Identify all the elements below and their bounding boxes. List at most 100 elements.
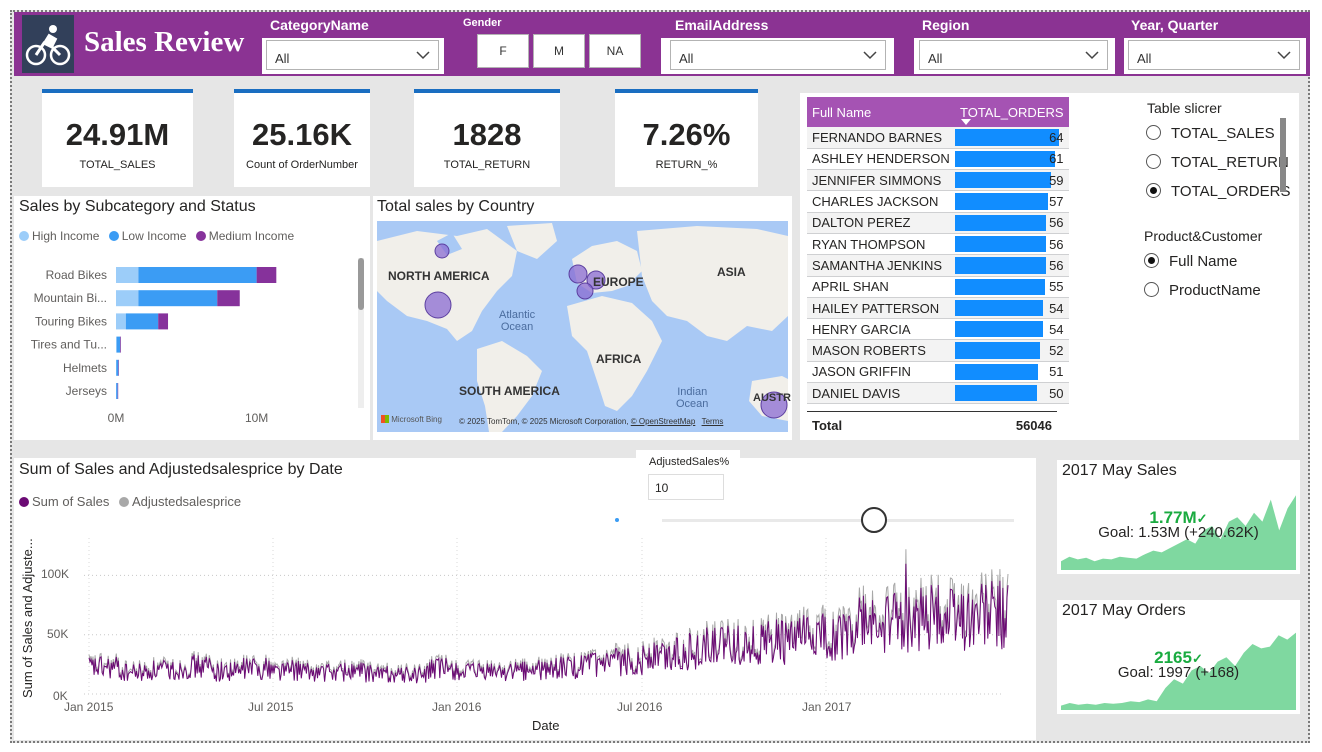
legend-dot [118, 497, 129, 507]
legend-label: Low Income [121, 229, 187, 243]
x-tick-label: Jul 2015 [248, 700, 294, 714]
kpi-card-total-return[interactable]: 1828 TOTAL_RETURN [414, 89, 560, 187]
bar-segment[interactable] [116, 383, 118, 399]
cell-full-name: DALTON PEREZ [807, 212, 955, 234]
bar-segment[interactable] [118, 359, 119, 376]
table-row[interactable]: ASHLEY HENDERSON 61 [807, 148, 1069, 171]
bar-segment[interactable] [116, 290, 139, 307]
pc-slicer-title: Product&Customer [1144, 228, 1263, 244]
bar-segment[interactable] [116, 336, 121, 353]
table-row[interactable]: HENRY GARCIA 54 [807, 318, 1069, 341]
radio-full-name[interactable]: Full Name [1144, 253, 1237, 270]
kpi-card-total-sales[interactable]: 24.91M TOTAL_SALES [42, 89, 193, 187]
legend-item[interactable]: Medium Income [195, 229, 294, 243]
may-orders-kpi[interactable]: 2017 May Orders 2165✓ Goal: 1997 (+168) [1057, 600, 1300, 714]
slicer-scrollbar[interactable] [1280, 118, 1286, 192]
table-row[interactable]: DANIEL DAVIS 50 [807, 382, 1069, 405]
line-chart-title: Sum of Sales and Adjustedsalesprice by D… [19, 461, 343, 478]
table-row[interactable]: FERNANDO BARNES 64 [807, 127, 1069, 149]
region-dropdown[interactable]: All [919, 40, 1108, 70]
bar-segment[interactable] [125, 313, 159, 330]
table-row[interactable]: MASON ROBERTS 52 [807, 339, 1069, 362]
radio-label: Full Name [1169, 253, 1238, 270]
gender-button-na[interactable]: NA [589, 34, 641, 68]
bar-segment[interactable] [116, 313, 126, 330]
map-bubble[interactable] [568, 264, 588, 284]
subcategory-chart-panel[interactable]: Sales by Subcategory and Status High Inc… [14, 196, 370, 440]
bar-segment[interactable] [116, 336, 117, 353]
bar-segment[interactable] [116, 267, 139, 283]
legend-item[interactable]: Sum of Sales [19, 494, 109, 509]
slider-dot [615, 518, 619, 522]
column-header-full-name[interactable]: Full Name [807, 97, 955, 127]
bar-segment[interactable] [256, 267, 277, 283]
gender-button-f[interactable]: F [477, 34, 529, 68]
slider-track[interactable] [662, 519, 1014, 522]
country-map-panel[interactable]: Total sales by Country NORTH AMERICA EUR… [373, 196, 792, 440]
radio-total-return[interactable]: TOTAL_RETURN [1146, 154, 1289, 171]
slider-handle[interactable] [861, 507, 887, 533]
kpi-label: TOTAL_RETURN [443, 159, 531, 171]
bar-segment[interactable] [117, 383, 119, 399]
radio-circle [1146, 125, 1161, 140]
cell-total-orders: 54 [955, 318, 1069, 341]
category-label: Helmets [63, 361, 107, 375]
kpi-value: 24.91M [65, 117, 170, 152]
table-row[interactable]: RYAN THOMPSON 56 [807, 233, 1069, 256]
kpi-card-return-pct[interactable]: 7.26% RETURN_% [615, 89, 758, 187]
table-row[interactable]: CHARLES JACKSON 57 [807, 190, 1069, 213]
kpi-card-order-count[interactable]: 25.16K Count of OrderNumber [234, 89, 370, 187]
category-dropdown[interactable]: All [266, 40, 439, 70]
radio-product-name[interactable]: ProductName [1144, 282, 1261, 299]
table-row[interactable]: JASON GRIFFIN 51 [807, 361, 1069, 384]
data-bar [955, 278, 1045, 295]
bar-segment[interactable] [158, 313, 169, 330]
radio-label: ProductName [1169, 282, 1261, 299]
column-header-total-orders[interactable]: TOTAL_ORDERS [955, 97, 1069, 127]
bar-segment[interactable] [217, 290, 240, 307]
line-chart-panel[interactable]: Sum of Sales and Adjustedsalesprice by D… [14, 458, 1036, 740]
chevron-down-icon [1277, 51, 1291, 60]
table-row[interactable]: SAMANTHA JENKINS 56 [807, 254, 1069, 277]
map-bubble[interactable] [576, 282, 594, 300]
table-row[interactable]: JENNIFER SIMMONS 59 [807, 169, 1069, 192]
category-label: Mountain Bi... [34, 291, 107, 305]
cell-total-orders: 54 [955, 297, 1069, 320]
radio-total-orders[interactable]: TOTAL_ORDERS [1146, 183, 1290, 200]
legend-item[interactable]: Low Income [108, 229, 187, 243]
y-tick-label: 50K [47, 627, 69, 641]
map-label-indian-2: Ocean [676, 398, 709, 410]
map-bubble[interactable] [424, 291, 452, 319]
radio-total-sales[interactable]: TOTAL_SALES [1146, 125, 1275, 142]
orders-table[interactable]: Full Name TOTAL_ORDERS FERNANDO BARNES 64… [807, 97, 1069, 405]
gender-button-m[interactable]: M [533, 34, 585, 68]
terms-link[interactable]: Terms [702, 417, 724, 426]
bar-segment[interactable] [138, 290, 218, 307]
cell-full-name: HENRY GARCIA [807, 318, 955, 341]
bar-segment[interactable] [138, 267, 257, 283]
category-slicer-label: CategoryName [270, 17, 369, 33]
email-dropdown[interactable]: All [670, 40, 886, 70]
legend-item[interactable]: High Income [19, 229, 99, 243]
world-map[interactable] [377, 221, 788, 432]
table-row[interactable]: APRIL SHAN 55 [807, 276, 1069, 298]
osm-link[interactable]: © OpenStreetMap [631, 417, 696, 426]
year-quarter-dropdown[interactable]: All [1128, 40, 1300, 70]
table-row[interactable]: HAILEY PATTERSON 54 [807, 297, 1069, 320]
cell-total-orders: 59 [955, 169, 1069, 192]
may-sales-kpi[interactable]: 2017 May Sales 1.77M✓ Goal: 1.53M (+240.… [1057, 460, 1300, 574]
bar-segment[interactable] [116, 359, 119, 376]
bar-segment[interactable] [120, 336, 121, 353]
chart-scrollbar-thumb[interactable] [358, 258, 364, 310]
line-chart-y-title: Sum of Sales and Adjuste... [20, 538, 35, 698]
map-bubble[interactable] [434, 243, 450, 259]
table-row[interactable]: DALTON PEREZ 56 [807, 212, 1069, 234]
cell-total-orders: 64 [955, 127, 1069, 149]
category-label: Touring Bikes [35, 314, 107, 328]
param-value-input[interactable]: 10 [648, 474, 724, 500]
kpi-label: TOTAL_SALES [79, 159, 156, 171]
kpi-label: RETURN_% [655, 159, 718, 171]
orders-value: 56 [1049, 257, 1064, 273]
map-label-indian-1: Indian [677, 386, 708, 398]
legend-item[interactable]: Adjustedsalesprice [118, 494, 241, 509]
